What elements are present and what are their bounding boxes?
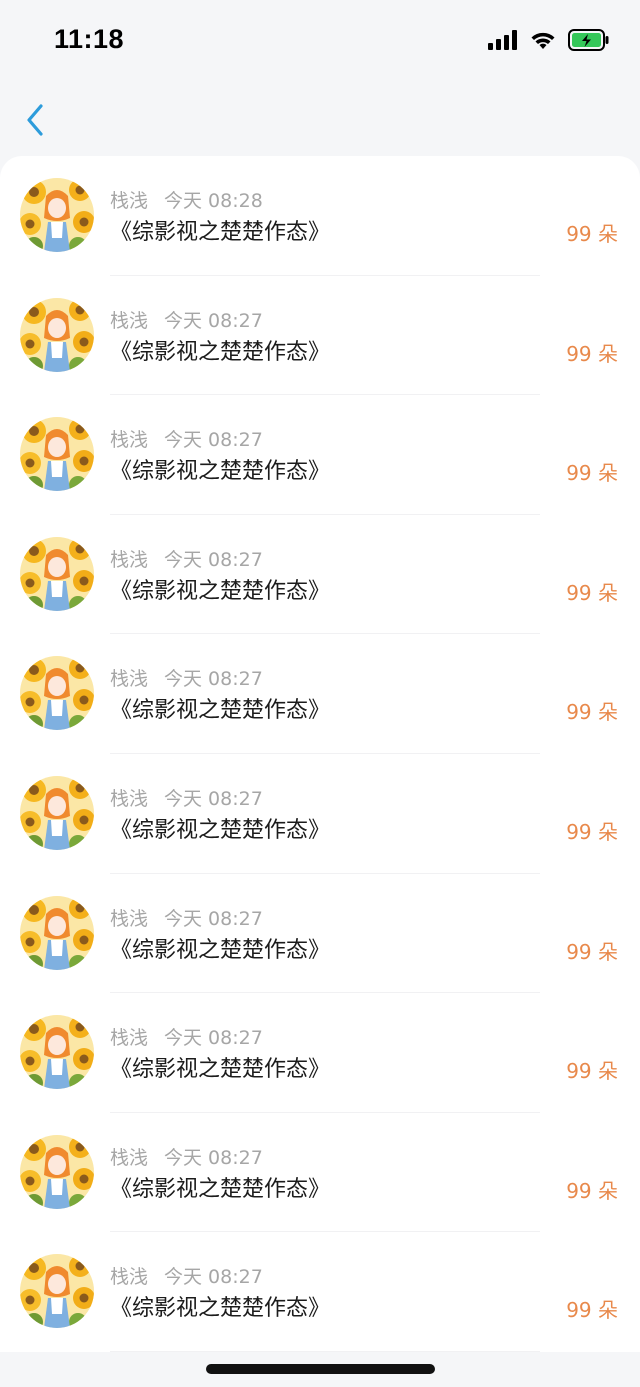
avatar[interactable] — [20, 1015, 94, 1090]
sender-name: 栈浅 — [110, 309, 149, 332]
gift-count: 99 朵 — [566, 461, 618, 486]
chevron-left-icon — [25, 103, 45, 141]
avatar[interactable] — [20, 775, 94, 850]
gift-count: 99 朵 — [566, 222, 618, 246]
back-button[interactable] — [18, 100, 52, 144]
book-title: 《综影视之楚楚作态》 — [110, 1057, 331, 1083]
gift-count: 99 朵 — [566, 1059, 618, 1084]
nav-bar — [0, 82, 640, 156]
gift-count: 99 朵 — [566, 580, 618, 605]
meta-line: 栈浅 今天 08:28 — [110, 186, 263, 213]
status-time: 11:18 — [54, 24, 125, 54]
avatar[interactable] — [20, 178, 94, 252]
book-title: 《综影视之楚楚作态》 — [110, 1296, 331, 1322]
avatar[interactable] — [20, 895, 94, 970]
avatar[interactable] — [20, 536, 94, 611]
sender-name: 栈浅 — [110, 190, 149, 212]
gift-record-list: 栈浅 今天 08:28 《综影视之楚楚作态》 99 朵 栈浅 今天 08:27 … — [0, 156, 640, 1352]
home-indicator[interactable] — [206, 1364, 435, 1374]
gift-count: 99 朵 — [566, 1298, 618, 1323]
sent-time: 今天 08:28 — [164, 190, 263, 212]
gift-count: 99 朵 — [566, 939, 618, 964]
list-item[interactable]: 栈浅 今天 08:27 《综影视之楚楚作态》 99 朵 — [0, 395, 640, 515]
avatar[interactable] — [20, 297, 94, 372]
gift-count: 99 朵 — [566, 341, 618, 366]
list-item[interactable]: 栈浅 今天 08:27 《综影视之楚楚作态》 99 朵 — [0, 1113, 640, 1233]
sent-time: 今天 08:27 — [164, 309, 263, 332]
gift-count: 99 朵 — [566, 1178, 618, 1203]
book-title: 《综影视之楚楚作态》 — [110, 937, 331, 963]
book-title: 《综影视之楚楚作态》 — [110, 698, 331, 724]
gift-count: 99 朵 — [566, 700, 618, 725]
book-title: 《综影视之楚楚作态》 — [110, 459, 331, 485]
list-item[interactable]: 栈浅 今天 08:27 《综影视之楚楚作态》 99 朵 — [0, 515, 640, 635]
list-item[interactable]: 栈浅 今天 08:27 《综影视之楚楚作态》 99 朵 — [0, 754, 640, 874]
meta-line: 栈浅 今天 08:27 — [110, 904, 263, 931]
screen: 11:18 栈浅 今天 08:28 《综影视之楚楚作态》 99 朵 栈浅 今天 … — [0, 0, 640, 1387]
sent-time: 今天 08:27 — [164, 668, 263, 691]
meta-line: 栈浅 今天 08:27 — [110, 784, 263, 811]
list-item[interactable]: 栈浅 今天 08:27 《综影视之楚楚作态》 99 朵 — [0, 1232, 640, 1352]
sent-time: 今天 08:27 — [164, 548, 263, 571]
book-title: 《综影视之楚楚作态》 — [110, 1176, 331, 1202]
list-item[interactable]: 栈浅 今天 08:27 《综影视之楚楚作态》 99 朵 — [0, 276, 640, 396]
sent-time: 今天 08:27 — [164, 1266, 263, 1289]
gift-count: 99 朵 — [566, 819, 618, 844]
meta-line: 栈浅 今天 08:27 — [110, 1262, 263, 1289]
list-item[interactable]: 栈浅 今天 08:27 《综影视之楚楚作态》 99 朵 — [0, 993, 640, 1113]
sender-name: 栈浅 — [110, 1027, 149, 1050]
sent-time: 今天 08:27 — [164, 1027, 263, 1050]
book-title: 《综影视之楚楚作态》 — [110, 339, 331, 365]
sender-name: 栈浅 — [110, 548, 149, 571]
wifi-icon — [530, 30, 556, 54]
meta-line: 栈浅 今天 08:27 — [110, 664, 263, 691]
list-item[interactable]: 栈浅 今天 08:28 《综影视之楚楚作态》 99 朵 — [0, 156, 640, 276]
sent-time: 今天 08:27 — [164, 429, 263, 452]
meta-line: 栈浅 今天 08:27 — [110, 306, 263, 333]
sent-time: 今天 08:27 — [164, 907, 263, 930]
status-icons — [488, 29, 610, 55]
sender-name: 栈浅 — [110, 1146, 149, 1169]
book-title: 《综影视之楚楚作态》 — [110, 220, 331, 245]
battery-charging-icon — [568, 29, 610, 55]
sender-name: 栈浅 — [110, 1266, 149, 1289]
avatar[interactable] — [20, 417, 94, 492]
sent-time: 今天 08:27 — [164, 787, 263, 810]
book-title: 《综影视之楚楚作态》 — [110, 578, 331, 604]
avatar[interactable] — [20, 1254, 94, 1329]
list-item[interactable]: 栈浅 今天 08:27 《综影视之楚楚作态》 99 朵 — [0, 634, 640, 754]
list-item[interactable]: 栈浅 今天 08:27 《综影视之楚楚作态》 99 朵 — [0, 874, 640, 994]
signal-bars-icon — [488, 30, 518, 54]
sender-name: 栈浅 — [110, 907, 149, 930]
avatar[interactable] — [20, 1134, 94, 1209]
meta-line: 栈浅 今天 08:27 — [110, 545, 263, 572]
meta-line: 栈浅 今天 08:27 — [110, 1023, 263, 1050]
book-title: 《综影视之楚楚作态》 — [110, 817, 331, 843]
sender-name: 栈浅 — [110, 787, 149, 810]
avatar[interactable] — [20, 656, 94, 731]
sender-name: 栈浅 — [110, 429, 149, 452]
status-bar: 11:18 — [0, 0, 640, 82]
sent-time: 今天 08:27 — [164, 1146, 263, 1169]
sender-name: 栈浅 — [110, 668, 149, 691]
meta-line: 栈浅 今天 08:27 — [110, 1143, 263, 1170]
meta-line: 栈浅 今天 08:27 — [110, 425, 263, 452]
